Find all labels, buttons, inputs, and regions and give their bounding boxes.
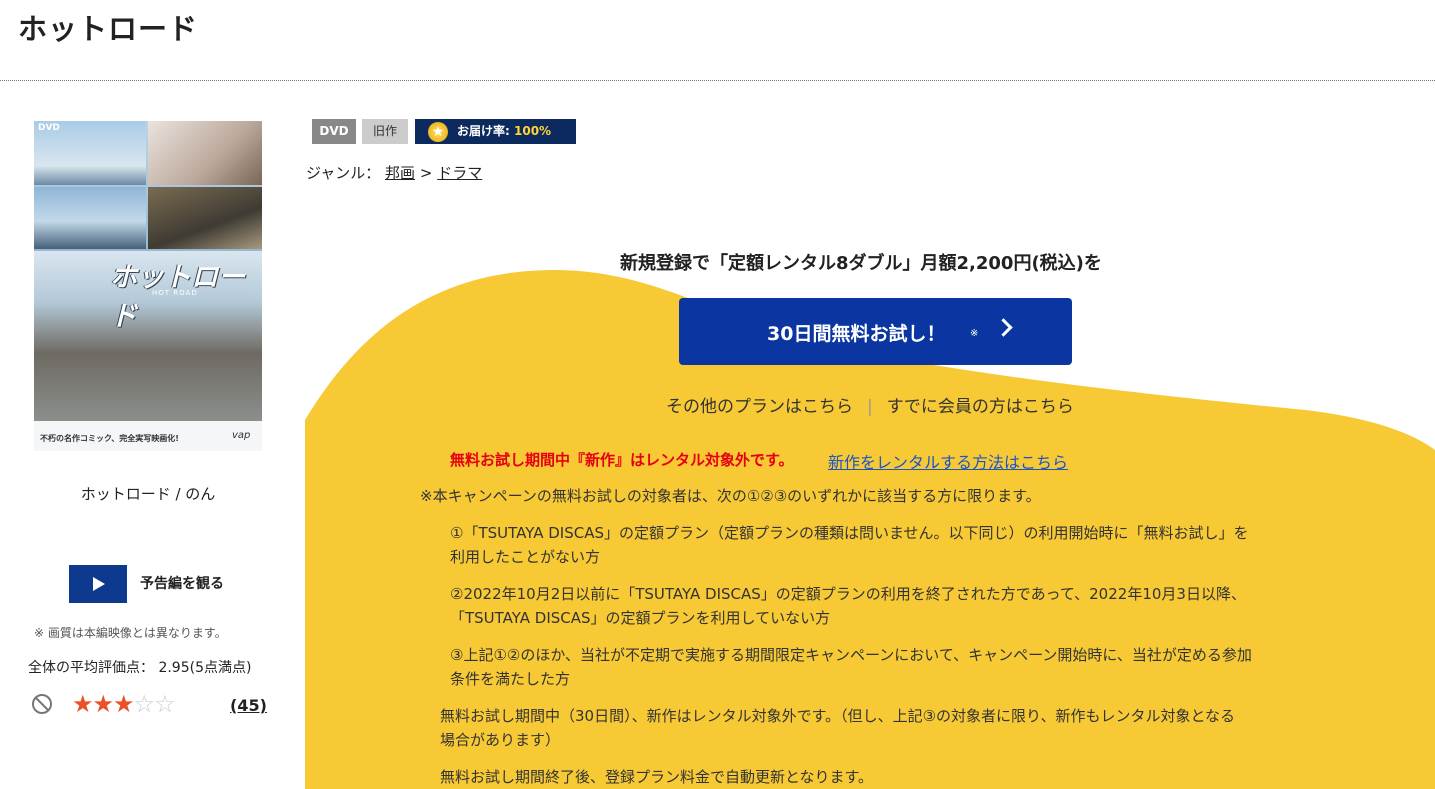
free-trial-label: 30日間無料お試し！ bbox=[767, 323, 946, 345]
cover-photo-motorcycle bbox=[148, 187, 262, 249]
chevron-right-icon bbox=[994, 318, 1013, 337]
plan-links: その他のプランはこちら | すでに会員の方はこちら bbox=[666, 392, 1074, 417]
play-icon bbox=[93, 577, 105, 591]
free-trial-mark: ※ bbox=[970, 328, 979, 339]
not-interested-icon[interactable] bbox=[32, 694, 52, 714]
trailer-note: ※ 画質は本編映像とは異なります。 bbox=[34, 626, 227, 640]
genre-breadcrumb: ジャンル： 邦画 > ドラマ bbox=[306, 162, 482, 183]
star-empty-icon: ☆ bbox=[154, 690, 175, 718]
notice-1-line-2: 場合があります） bbox=[440, 731, 561, 749]
category-badge: 旧作 bbox=[362, 119, 408, 144]
condition-3-line-2: 条件を満たした方 bbox=[450, 670, 571, 688]
genre-link-drama[interactable]: ドラマ bbox=[437, 164, 482, 182]
average-rating: 全体の平均評価点： 2.95(5点満点) bbox=[28, 660, 252, 676]
star-filled-icon: ★ bbox=[92, 690, 114, 718]
genre-separator: > bbox=[419, 164, 433, 182]
star-empty-icon: ☆ bbox=[133, 690, 155, 718]
delivery-rate-label: お届け率: bbox=[457, 124, 510, 138]
cover-label-logo: vap bbox=[232, 430, 251, 441]
member-login-link[interactable]: すでに会員の方はこちら bbox=[887, 397, 1074, 417]
free-trial-button[interactable]: 30日間無料お試し！ ※ bbox=[679, 298, 1072, 365]
campaign-headline: 新規登録で「定額レンタル8ダブル」月額2,200円(税込)を bbox=[620, 253, 1102, 274]
cover-photo-street bbox=[34, 187, 146, 249]
notice-1-line-1: 無料お試し期間中（30日間）、新作はレンタル対象外です。（但し、上記③の対象者に… bbox=[440, 707, 1235, 725]
link-separator: | bbox=[867, 397, 873, 417]
trailer-label[interactable]: 予告編を観る bbox=[140, 573, 224, 593]
cover-photo-girl bbox=[148, 121, 262, 185]
format-badge: DVD bbox=[312, 119, 356, 144]
genre-link-houga[interactable]: 邦画 bbox=[385, 164, 415, 182]
other-plans-link[interactable]: その他のプランはこちら bbox=[666, 397, 853, 417]
star-filled-icon: ★ bbox=[72, 690, 93, 718]
rating-stars: ★★★☆☆ bbox=[72, 690, 176, 718]
notice-2: 無料お試し期間終了後、登録プラン料金で自動更新となります。 bbox=[440, 768, 874, 786]
condition-3-line-1: ③上記①②のほか、当社が不定期で実施する期間限定キャンペーンにおいて、キャンペー… bbox=[450, 646, 1252, 664]
page-title: ホットロード bbox=[18, 12, 199, 46]
cover-image[interactable]: DVD ホットロード HOT ROAD 不朽の名作コミック、完全実写映画化! v… bbox=[34, 121, 262, 451]
cover-tagline: 不朽の名作コミック、完全実写映画化! bbox=[40, 434, 179, 443]
eligibility-intro: ※本キャンペーンの無料お試しの対象者は、次の①②③のいずれかに該当する方に限りま… bbox=[420, 487, 1041, 505]
condition-2-line-1: ②2022年10月2日以前に「TSUTAYA DISCAS」の定額プランの利用を… bbox=[450, 585, 1246, 603]
delivery-rate-value: 100% bbox=[514, 124, 552, 138]
condition-1-line-2: 利用したことがない方 bbox=[450, 548, 601, 566]
condition-2-line-2: 「TSUTAYA DISCAS」の定額プランを利用していない方 bbox=[450, 609, 831, 627]
trailer-play-button[interactable] bbox=[69, 565, 127, 603]
cover-dvd-mark: DVD bbox=[38, 123, 60, 133]
review-count-link[interactable]: (45) bbox=[230, 696, 267, 715]
delivery-rate-badge: ★ お届け率: 100% bbox=[415, 119, 576, 144]
cover-logo-sub: HOT ROAD bbox=[152, 289, 198, 297]
condition-1-line-1: ①「TSUTAYA DISCAS」の定額プラン（定額プランの種類は問いません。以… bbox=[450, 524, 1249, 542]
star-medal-icon: ★ bbox=[428, 122, 448, 142]
genre-label: ジャンル： bbox=[306, 164, 381, 182]
new-release-howto-link[interactable]: 新作をレンタルする方法はこちら bbox=[828, 449, 1068, 473]
work-name: ホットロード / のん bbox=[80, 485, 216, 503]
star-filled-icon: ★ bbox=[113, 690, 134, 718]
new-release-warning: 無料お試し期間中『新作』はレンタル対象外です。 bbox=[450, 451, 794, 469]
title-divider bbox=[0, 80, 1435, 81]
